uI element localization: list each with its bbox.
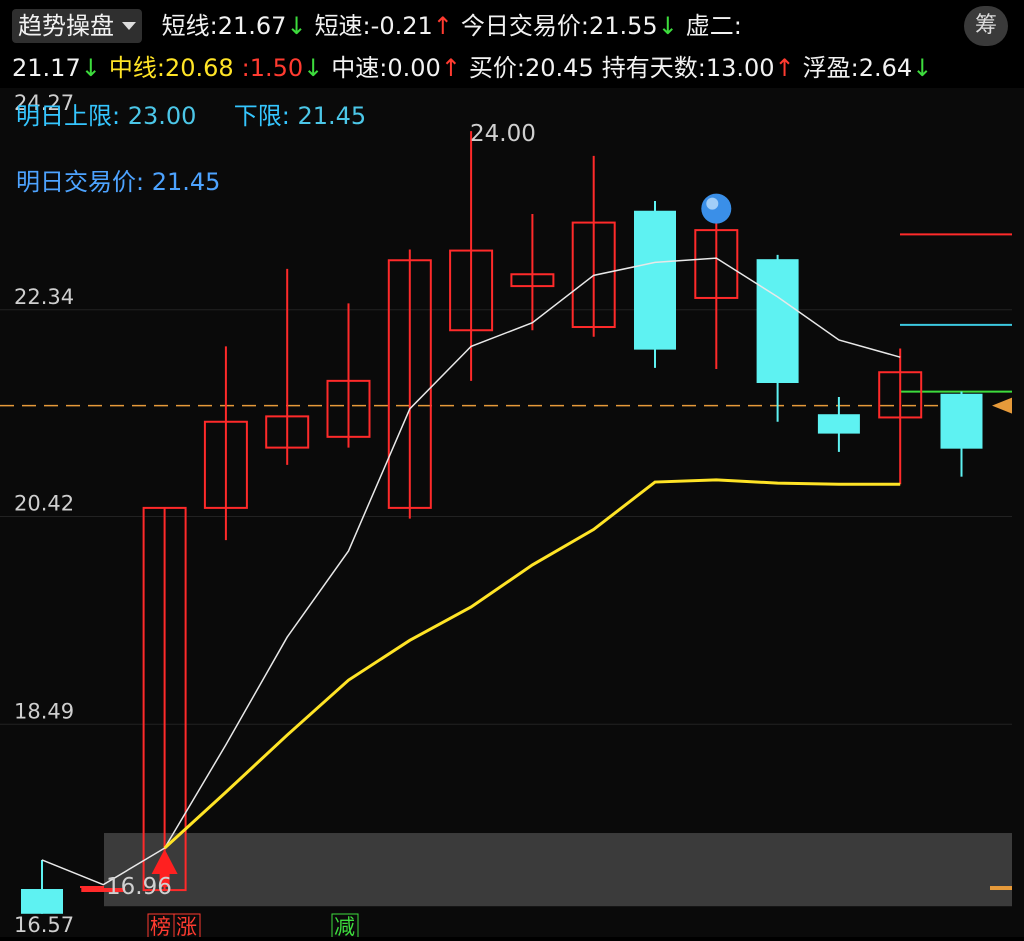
arrow-up-icon: ↑ [440, 54, 461, 82]
indicator-value: 21.55 [588, 12, 658, 40]
indicator-value: 1.50 [249, 54, 304, 82]
arrow-down-icon: ↓ [286, 12, 307, 40]
chart-canvas: 24.2722.3420.4218.4916.5724.0016.96榜涨减 [0, 91, 1012, 939]
ma-mid-line [163, 478, 901, 850]
y-axis-label: 16.57 [14, 913, 74, 937]
indicator-value: 13.00 [705, 54, 775, 82]
indicator-selector[interactable]: 趋势操盘 [12, 9, 142, 43]
indicator-row2-5: 持有天数:13.00↑ [602, 54, 795, 82]
indicator-header: 趋势操盘 短线:21.67↓ 短速:-0.21↑ 今日交易价:21.55↓ 虚二: 2… [0, 0, 1024, 88]
y-axis-label: 18.49 [14, 699, 74, 723]
sphere-highlight [706, 197, 719, 210]
arrow-down-icon: ↓ [80, 54, 101, 82]
arrow-down-icon: ↓ [912, 54, 933, 82]
candle-body [756, 259, 799, 383]
indicator-row1-0: 短线:21.67↓ [162, 12, 307, 40]
indicator-row2-2: :1.50↓ [242, 54, 324, 82]
indicator-value: -0.21 [370, 12, 433, 40]
upper-limit-label: 明日上限: [16, 102, 121, 130]
indicator-row1-3: 虚二: [686, 12, 742, 40]
indicator-row1-1: 短速:-0.21↑ [315, 12, 453, 40]
indicator-label: 虚二: [685, 12, 742, 40]
indicator-value: 20.68 [164, 54, 234, 82]
tomorrow-price-label: 明日交易价: [16, 168, 145, 196]
indicator-selector-label: 趋势操盘 [18, 12, 114, 40]
arrow-down-icon: ↓ [303, 54, 324, 82]
arrow-up-icon: ↑ [774, 54, 795, 82]
indicator-row1-2: 今日交易价:21.55↓ [461, 12, 678, 40]
signal-tag: 榜 [150, 915, 171, 937]
lower-limit-label: 下限: [233, 102, 290, 130]
indicator-label: 短速: [314, 12, 371, 40]
chevron-down-icon [122, 22, 136, 30]
lower-limit-value: 21.45 [297, 102, 367, 130]
tomorrow-limits: 明日上限: 23.00 下限: 21.45 [16, 96, 366, 131]
indicator-label: 中线: [108, 54, 165, 82]
indicator-value: 2.64 [858, 54, 913, 82]
sphere-marker-icon [701, 193, 732, 224]
upper-limit-value: 23.00 [127, 102, 197, 130]
indicator-label: 今日交易价: [460, 12, 589, 40]
indicator-value: 21.17 [12, 54, 81, 82]
indicator-row2-1: 中线:20.68 [109, 54, 234, 82]
chip-distribution-button[interactable]: 筹 [964, 6, 1008, 46]
indicator-label: 短线: [161, 12, 218, 40]
indicator-row2-0: 21.17↓ [12, 54, 101, 82]
candle-body [940, 393, 983, 449]
candle-body [634, 210, 676, 350]
indicator-label: 持有天数: [601, 54, 706, 82]
indicator-label: 中速: [331, 54, 388, 82]
tomorrow-trade-price: 明日交易价: 21.45 [16, 162, 220, 197]
price-marker-icon [992, 397, 1012, 414]
signal-tag: 减 [334, 915, 355, 937]
indicator-label: 买价: [468, 54, 526, 82]
candlestick-chart[interactable]: 24.27 22.34 20.42 18.49 16.57 24.00 16.96 榜涨减 [0, 88, 1024, 939]
arrow-up-icon: ↑ [432, 12, 453, 40]
indicator-value: 20.45 [525, 54, 594, 82]
indicator-row2-3: 中速:0.00↑ [331, 54, 461, 82]
indicator-row2-4: 买价:20.45 [469, 54, 594, 82]
indicator-label: : [241, 54, 250, 82]
high-price-label: 24.00 [470, 121, 536, 147]
candle-body [817, 414, 860, 434]
price-tick-mark [990, 886, 1012, 891]
y-axis-label: 22.34 [14, 285, 74, 309]
signal-tag: 涨 [176, 915, 197, 937]
indicator-value: 21.67 [217, 12, 287, 40]
indicator-row-1: 趋势操盘 短线:21.67↓ 短速:-0.21↑ 今日交易价:21.55↓ 虚二: [12, 9, 1012, 43]
indicator-label: 浮盈: [802, 54, 859, 82]
tomorrow-price-value: 21.45 [151, 168, 221, 196]
candle-body [21, 889, 63, 914]
indicator-value: 0.00 [387, 54, 441, 82]
y-axis-label: 20.42 [14, 492, 74, 516]
indicator-row-2: 21.17↓ 中线:20.68:1.50↓ 中速:0.00↑ 买价:20.45 持有天数… [12, 53, 1012, 83]
range-band [104, 833, 1012, 907]
arrow-down-icon: ↓ [657, 12, 678, 40]
indicator-row2-6: 浮盈:2.64↓ [803, 54, 933, 82]
low-price-label: 16.96 [106, 874, 172, 900]
